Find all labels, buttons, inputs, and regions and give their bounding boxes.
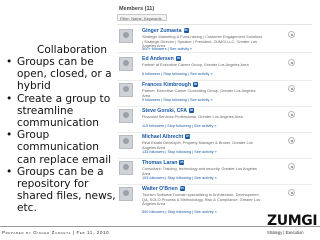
divider xyxy=(117,52,312,53)
message-icon[interactable] xyxy=(288,137,295,144)
bullet-item: Create a group to streamline communicati… xyxy=(6,93,118,130)
avatar[interactable] xyxy=(119,187,133,201)
member-description: Real Estate Developer, Property Manager … xyxy=(142,140,253,150)
bullet-item: Groups can be a repository for shared fi… xyxy=(6,166,118,215)
member-stats[interactable]: 193 followers | Stop following | See act… xyxy=(142,176,217,180)
member-row[interactable]: Ed Andersen in Partner at Executive Caree… xyxy=(117,55,312,81)
bullet-item: Group communication can replace email xyxy=(6,129,118,166)
footer-credit: Prepared by Ginger Zumaeta | Feb 11, 201… xyxy=(2,230,110,235)
member-stats[interactable]: 500+ followers | See activity » xyxy=(142,47,192,51)
message-icon[interactable] xyxy=(288,163,295,170)
message-icon[interactable] xyxy=(288,59,295,66)
member-row[interactable]: Michael Albrecht in Real Estate Developer… xyxy=(117,133,312,159)
avatar[interactable] xyxy=(119,83,133,97)
member-row[interactable]: Steve Gorski, CFA in Financial Services P… xyxy=(117,107,312,133)
member-row[interactable]: Thomas Laran in Consultant: Training, tec… xyxy=(117,159,312,185)
divider xyxy=(117,24,312,25)
avatar[interactable] xyxy=(119,109,133,123)
linkedin-icon: in xyxy=(175,56,181,62)
member-stats[interactable]: 119 followers | Stop following | See act… xyxy=(142,124,217,128)
linkedin-icon: in xyxy=(179,186,185,192)
message-icon[interactable] xyxy=(288,31,295,38)
zumgi-logo: ZUMGI xyxy=(267,213,318,229)
logo-tagline: Strategy | Execution xyxy=(267,230,304,235)
linkedin-icon: in xyxy=(193,82,199,88)
member-stats[interactable]: 6 followers | Stop following | See activ… xyxy=(142,72,213,76)
message-icon[interactable] xyxy=(288,189,295,196)
member-row[interactable]: Ginger Zumaeta in Strategic Marketing & F… xyxy=(117,27,312,53)
slide: Collaboration Groups can be open, closed… xyxy=(0,0,320,240)
member-description: Financial Services Professional, Greater… xyxy=(142,114,243,119)
member-filter-input[interactable]: Filter: Name, Keywords xyxy=(117,14,167,21)
avatar[interactable] xyxy=(119,161,133,175)
member-row[interactable]: Frances Kimbrough in Partner, Executive C… xyxy=(117,81,312,107)
member-stats[interactable]: 500 followers | Stop following | See act… xyxy=(142,210,217,214)
linkedin-icon: in xyxy=(188,108,194,114)
avatar[interactable] xyxy=(119,135,133,149)
avatar[interactable] xyxy=(119,29,133,43)
message-icon[interactable] xyxy=(288,111,295,118)
member-description: Consultant: Training, technology and sec… xyxy=(142,166,257,176)
member-description: Tourism Software Domain specializing in … xyxy=(142,192,261,207)
linkedin-icon: in xyxy=(185,134,191,140)
linkedin-icon: in xyxy=(183,28,189,34)
member-description: Partner, Executive Career Consulting Gro… xyxy=(142,88,256,98)
member-description: Partner at Executive Career Group, Great… xyxy=(142,62,249,67)
bullet-item: Groups can be open, closed, or a hybrid xyxy=(6,56,118,93)
members-panel-title: Members (11) xyxy=(119,6,155,12)
slide-title: Collaboration xyxy=(37,44,107,56)
message-icon[interactable] xyxy=(288,85,295,92)
linkedin-icon: in xyxy=(179,160,185,166)
member-row[interactable]: Walter O'Brien in Tourism Software Domain… xyxy=(117,185,312,216)
avatar[interactable] xyxy=(119,57,133,71)
members-panel: Members (11) Filter: Name, Keywords Ging… xyxy=(117,3,312,217)
member-stats[interactable]: 9 followers | Stop following | See activ… xyxy=(142,98,213,102)
member-stats[interactable]: 133 followers | Stop following | See act… xyxy=(142,150,217,154)
bullet-list: Groups can be open, closed, or a hybrid … xyxy=(6,56,118,215)
